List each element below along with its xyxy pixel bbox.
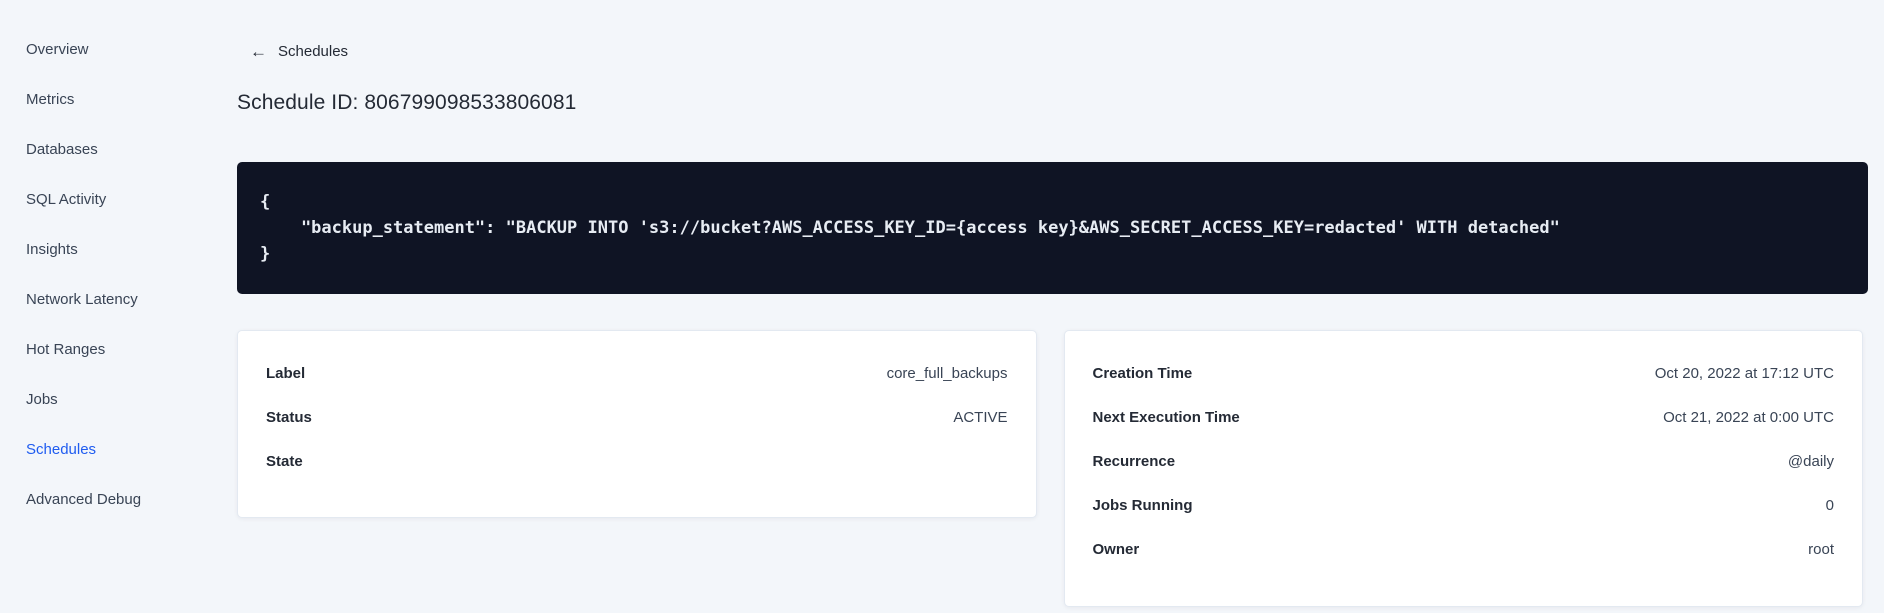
summary-cards: Label core_full_backups Status ACTIVE St… (237, 330, 1863, 607)
backup-statement-code-block: { "backup_statement": "BACKUP INTO 's3:/… (237, 162, 1868, 294)
row-value: Oct 20, 2022 at 17:12 UTC (1654, 365, 1834, 382)
sidebar-item-metrics[interactable]: Metrics (0, 74, 200, 124)
sidebar-item-insights[interactable]: Insights (0, 224, 200, 274)
summary-row-creation-time: Creation Time Oct 20, 2022 at 17:12 UTC (1093, 365, 1835, 385)
sidebar-item-network-latency[interactable]: Network Latency (0, 274, 200, 324)
summary-row-label: Label core_full_backups (266, 365, 1008, 385)
row-label: Next Execution Time (1092, 409, 1240, 426)
sidebar-item-sql-activity[interactable]: SQL Activity (0, 174, 200, 224)
back-arrow-icon: ← (250, 42, 267, 61)
back-to-schedules-link[interactable]: ← Schedules (250, 43, 348, 60)
summary-row-next-execution-time: Next Execution Time Oct 21, 2022 at 0:00… (1093, 409, 1835, 429)
summary-row-recurrence: Recurrence @daily (1093, 453, 1835, 473)
row-label: Creation Time (1092, 365, 1193, 382)
schedule-summary-card: Label core_full_backups Status ACTIVE St… (237, 330, 1037, 518)
row-label: Status (266, 409, 312, 426)
row-value: @daily (1787, 453, 1834, 470)
summary-row-status: Status ACTIVE (266, 409, 1008, 429)
row-value: core_full_backups (886, 365, 1008, 382)
schedule-timing-card: Creation Time Oct 20, 2022 at 17:12 UTC … (1063, 330, 1863, 607)
summary-row-owner: Owner root (1093, 541, 1835, 561)
back-link-label: Schedules (278, 43, 349, 60)
row-value: root (1808, 541, 1834, 558)
sidebar-item-jobs[interactable]: Jobs (0, 374, 200, 424)
page-title: Schedule ID: 806799098533806081 (237, 91, 577, 114)
row-label: Owner (1092, 541, 1140, 558)
summary-row-state: State (266, 453, 1008, 473)
row-label: Jobs Running (1092, 497, 1193, 514)
sidebar-item-hot-ranges[interactable]: Hot Ranges (0, 324, 200, 374)
row-label: Recurrence (1092, 453, 1176, 470)
sidebar: Overview Metrics Databases SQL Activity … (0, 24, 200, 524)
summary-row-jobs-running: Jobs Running 0 (1093, 497, 1835, 517)
status-value: ACTIVE (953, 409, 1008, 426)
row-label: State (266, 453, 303, 470)
sidebar-item-advanced-debug[interactable]: Advanced Debug (0, 474, 200, 524)
row-value: 0 (1825, 497, 1834, 514)
sidebar-item-overview[interactable]: Overview (0, 24, 200, 74)
row-value: Oct 21, 2022 at 0:00 UTC (1663, 409, 1834, 426)
sidebar-item-databases[interactable]: Databases (0, 124, 200, 174)
row-label: Label (266, 365, 306, 382)
schedule-detail-page: ← Schedules Schedule ID: 806799098533806… (237, 0, 1868, 613)
backup-statement-code: { "backup_statement": "BACKUP INTO 's3:/… (260, 192, 1560, 264)
sidebar-item-schedules[interactable]: Schedules (0, 424, 200, 474)
